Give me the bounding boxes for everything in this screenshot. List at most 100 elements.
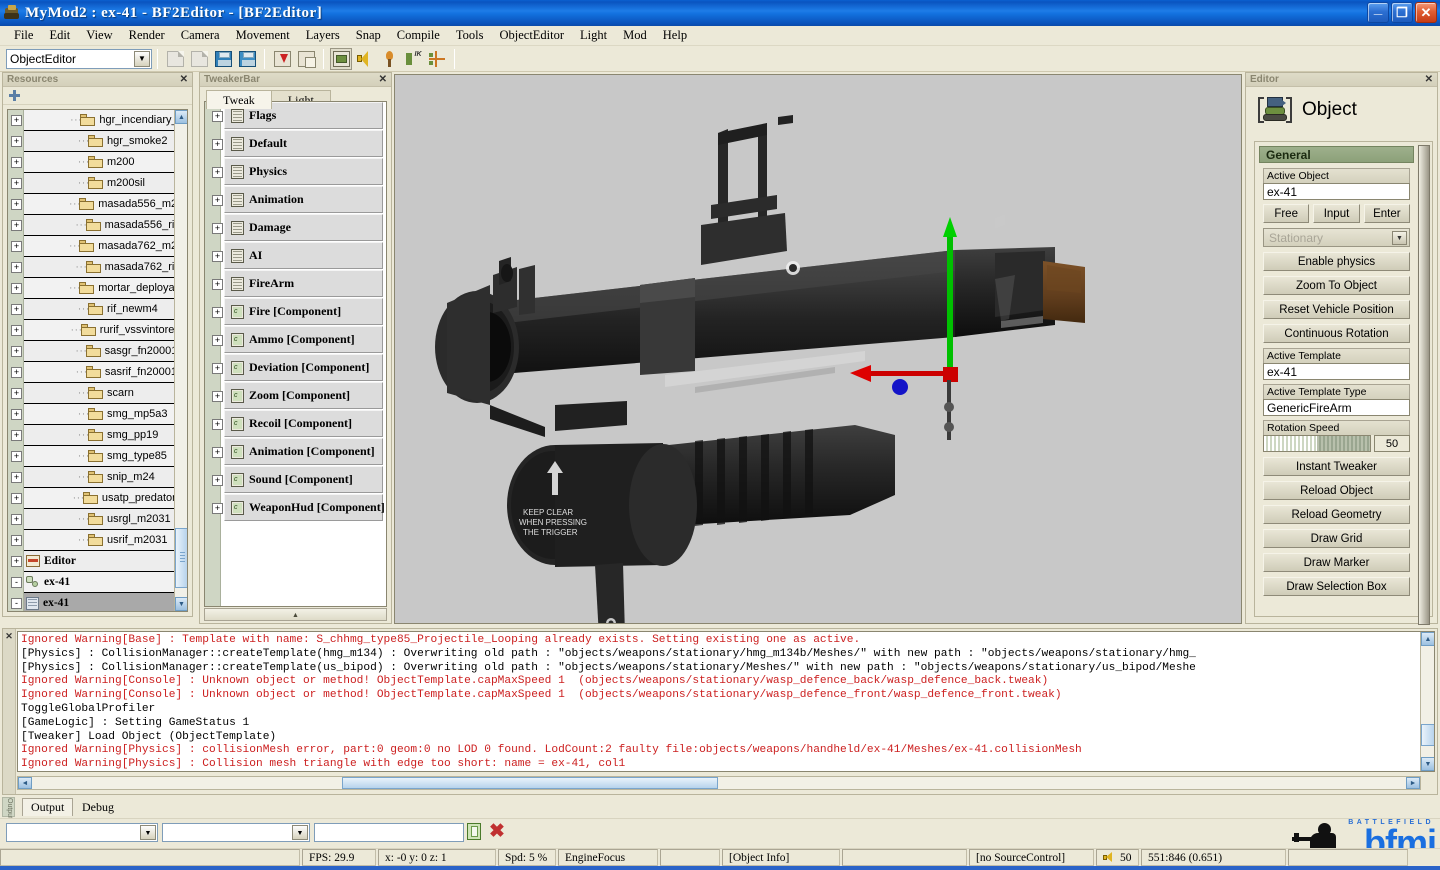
tree-expander[interactable]: + [11, 535, 22, 546]
button-draw-selection-box[interactable]: Draw Selection Box [1263, 577, 1410, 596]
button-draw-grid[interactable]: Draw Grid [1263, 529, 1410, 548]
tree-expander[interactable]: + [11, 262, 22, 273]
menu-help[interactable]: Help [655, 26, 695, 45]
menu-view[interactable]: View [78, 26, 120, 45]
active-object-input[interactable]: ex-41 [1263, 183, 1410, 200]
menu-objecteditor[interactable]: ObjectEditor [491, 26, 572, 45]
tree-item[interactable]: + ··· snip_m24 [11, 467, 174, 488]
scroll-up-icon[interactable]: ▲ [1421, 632, 1434, 646]
mode-button-free[interactable]: Free [1263, 204, 1310, 223]
tree-item[interactable]: + ··· smg_pp19 [11, 425, 174, 446]
tree-expander[interactable]: + [11, 304, 22, 315]
object-state-select[interactable]: Stationary ▼ [1263, 228, 1410, 247]
maximize-button[interactable]: ❐ [1391, 2, 1413, 23]
minimize-button[interactable]: _ [1367, 1, 1389, 23]
tree-expander[interactable]: + [11, 430, 22, 441]
menu-snap[interactable]: Snap [348, 26, 389, 45]
scroll-up-icon[interactable]: ▲ [175, 110, 187, 124]
tree-expander[interactable]: + [11, 367, 22, 378]
tweaker-expander[interactable]: + [212, 503, 223, 514]
tweaker-row[interactable]: + c Sound [Component] [212, 466, 383, 493]
paste-icon[interactable] [466, 823, 484, 841]
tweaker-row[interactable]: + Default [212, 130, 383, 157]
tree-item[interactable]: + Editor [11, 551, 174, 572]
tree-expander[interactable]: + [11, 115, 22, 126]
tree-expander[interactable]: + [11, 514, 22, 525]
tree-item[interactable]: - ex-41 [11, 593, 174, 611]
tree-item[interactable]: + ··· hgr_smoke2 [11, 131, 174, 152]
menu-compile[interactable]: Compile [389, 26, 448, 45]
tweaker-row[interactable]: + c Zoom [Component] [212, 382, 383, 409]
tab-tweak[interactable]: Tweak [206, 90, 272, 109]
button-reload-object[interactable]: Reload Object [1263, 481, 1410, 500]
menu-file[interactable]: File [6, 26, 41, 45]
tweaker-expander[interactable]: + [212, 139, 223, 150]
tweaker-row[interactable]: + c WeaponHud [Component] [212, 494, 385, 521]
rotation-speed-slider[interactable] [1263, 435, 1371, 452]
tree-item[interactable]: + ··· rurif_vssvintorez2 [11, 320, 174, 341]
tweaker-expander[interactable]: + [212, 447, 223, 458]
tweaker-row[interactable]: + c Deviation [Component] [212, 354, 383, 381]
tree-item[interactable]: + ··· masada762_m203 [11, 236, 174, 257]
tree-expander[interactable]: + [11, 346, 22, 357]
tree-expander[interactable]: + [11, 493, 22, 504]
delete-icon[interactable]: ✖ [488, 822, 506, 841]
console-vscrollbar[interactable]: ▲ ▼ [1420, 632, 1434, 771]
tree-expander[interactable]: + [11, 451, 22, 462]
tweaker-row[interactable]: + Damage [212, 214, 383, 241]
sound-button[interactable] [354, 48, 376, 70]
menu-tools[interactable]: Tools [448, 26, 492, 45]
import-button[interactable] [271, 48, 293, 70]
console-log[interactable]: Ignored Warning[Base] : Template with na… [17, 631, 1435, 772]
save-all-button[interactable] [236, 48, 258, 70]
tree-expander[interactable]: + [11, 409, 22, 420]
open-folder-button[interactable] [188, 48, 210, 70]
tree-item[interactable]: + ··· masada762_rif [11, 257, 174, 278]
tree-expander[interactable]: + [11, 388, 22, 399]
scrollbar-thumb[interactable] [1421, 724, 1434, 746]
tree-item[interactable]: + ··· scarn [11, 383, 174, 404]
tweaker-row[interactable]: + Animation [212, 186, 383, 213]
tweaker-row[interactable]: + c Fire [Component] [212, 298, 383, 325]
viewport-3d[interactable]: KEEP CLEAR WHEN PRESSING THE TRIGGER [394, 74, 1242, 624]
tree-item[interactable]: + ··· m200 [11, 152, 174, 173]
command-combo-2[interactable]: ▼ [162, 823, 310, 842]
button-reset-vehicle-position[interactable]: Reset Vehicle Position [1263, 300, 1410, 319]
split-view-button[interactable] [426, 48, 448, 70]
tweaker-expander[interactable]: + [212, 167, 223, 178]
tweaker-expander[interactable]: + [212, 419, 223, 430]
tweaker-expander[interactable]: + [212, 391, 223, 402]
button-enable-physics[interactable]: Enable physics [1263, 252, 1410, 271]
menu-movement[interactable]: Movement [228, 26, 298, 45]
add-resource-icon[interactable] [9, 90, 20, 101]
mode-button-enter[interactable]: Enter [1363, 204, 1410, 223]
tweaker-expander[interactable]: + [212, 223, 223, 234]
tree-item[interactable]: + ··· rif_newm4 [11, 299, 174, 320]
command-combo-1[interactable]: ▼ [6, 823, 158, 842]
tree-expander[interactable]: + [11, 178, 22, 189]
active-template-input[interactable]: ex-41 [1263, 363, 1410, 380]
menu-camera[interactable]: Camera [173, 26, 228, 45]
tree-expander[interactable]: - [11, 598, 22, 609]
tree-item[interactable]: + ··· mortar_deployable [11, 278, 174, 299]
scrollbar-thumb[interactable] [342, 777, 718, 789]
tweaker-row[interactable]: + c Animation [Component] [212, 438, 383, 465]
tree-expander[interactable]: + [11, 472, 22, 483]
tree-expander[interactable]: + [11, 199, 22, 210]
menu-edit[interactable]: Edit [41, 26, 78, 45]
tweaker-row[interactable]: + c Recoil [Component] [212, 410, 383, 437]
close-icon[interactable]: ✕ [1423, 74, 1435, 85]
tree-item[interactable]: + ··· smg_type85 [11, 446, 174, 467]
editor-mode-combo[interactable]: ObjectEditor ▼ [6, 48, 152, 69]
save-button[interactable] [212, 48, 234, 70]
tree-item[interactable]: + ··· usrif_m2031 [11, 530, 174, 551]
tweakerbar-hscroll[interactable]: ▲ [204, 608, 387, 621]
close-icon[interactable]: ✕ [377, 74, 389, 85]
tree-item[interactable]: + ··· sasrif_fn20001 [11, 362, 174, 383]
ik-button[interactable]: IK [402, 48, 424, 70]
tweaker-row[interactable]: + AI [212, 242, 383, 269]
close-icon[interactable]: ✕ [178, 74, 190, 85]
tree-object-button[interactable] [378, 48, 400, 70]
tweaker-expander[interactable]: + [212, 111, 223, 122]
tweaker-row[interactable]: + Physics [212, 158, 383, 185]
